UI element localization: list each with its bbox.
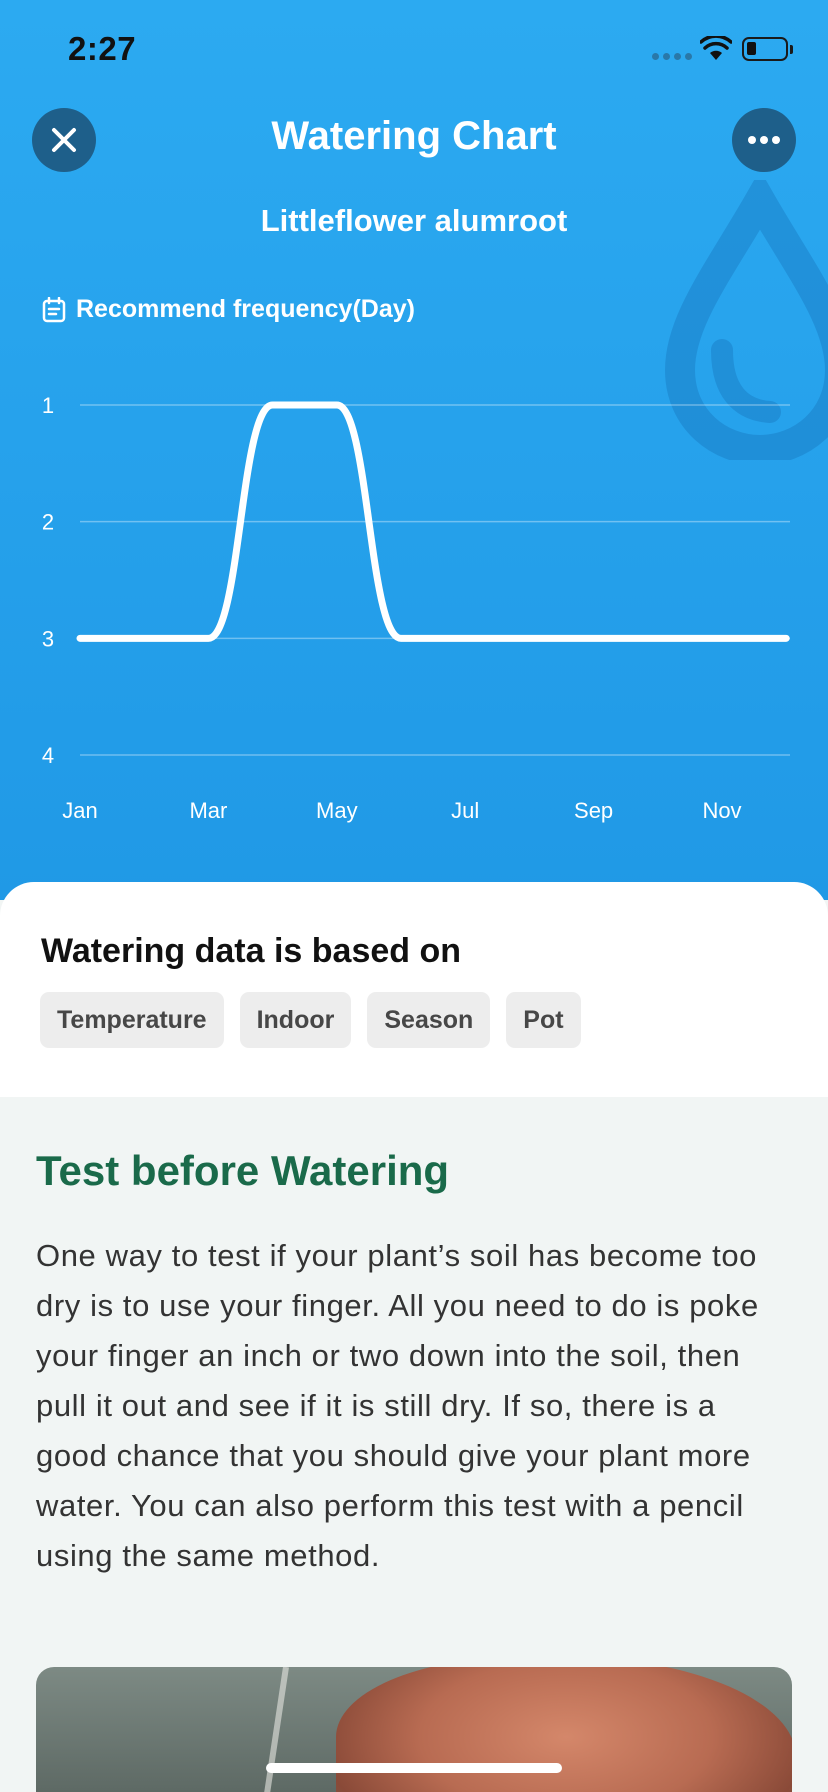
data-basis-card: Watering data is based on Temperature In…	[0, 882, 828, 1097]
y-tick-label: 3	[42, 626, 54, 651]
cellular-signal-icon	[652, 53, 692, 60]
x-tick-label: Sep	[574, 798, 613, 823]
home-indicator	[266, 1763, 562, 1773]
x-tick-label: Mar	[189, 798, 227, 823]
frequency-label-text: Recommend frequency(Day)	[76, 295, 415, 323]
watering-frequency-chart: 1 2 3 4 Jan Mar May Jul Sep Nov	[42, 393, 790, 823]
x-tick-label: Jul	[451, 798, 479, 823]
tip-title: Test before Watering	[36, 1147, 450, 1194]
more-icon	[748, 136, 780, 144]
battery-icon	[742, 37, 788, 61]
y-tick-label: 4	[42, 743, 54, 768]
calendar-icon	[42, 296, 66, 322]
tag-season: Season	[367, 992, 491, 1048]
tip-body: One way to test if your plant’s soil has…	[36, 1238, 759, 1573]
tag-indoor: Indoor	[239, 992, 352, 1048]
y-tick-label: 1	[42, 393, 54, 418]
battery-cap	[790, 45, 793, 54]
page-title: Watering Chart	[271, 114, 557, 158]
status-bar: 2:27	[0, 0, 828, 100]
status-time: 2:27	[68, 30, 137, 67]
more-options-button[interactable]	[732, 108, 796, 172]
finger-soil-test-image	[36, 1667, 792, 1792]
wifi-icon	[700, 36, 732, 60]
y-tick-label: 2	[42, 510, 54, 535]
basis-tags: Temperature Indoor Season Pot	[40, 992, 581, 1048]
tag-pot: Pot	[506, 992, 581, 1048]
x-tick-label: Jan	[62, 798, 97, 823]
watering-tip-section: Test before Watering One way to test if …	[0, 1097, 828, 1792]
data-basis-title: Watering data is based on	[41, 932, 462, 970]
plant-name: Littleflower alumroot	[260, 203, 568, 238]
tag-temperature: Temperature	[40, 992, 224, 1048]
frequency-label: Recommend frequency(Day)	[42, 295, 415, 324]
chart-header-panel: 2:27 Watering Chart Littleflower alumroo…	[0, 0, 828, 900]
x-tick-label: May	[316, 798, 358, 823]
x-tick-label: Nov	[702, 798, 741, 823]
